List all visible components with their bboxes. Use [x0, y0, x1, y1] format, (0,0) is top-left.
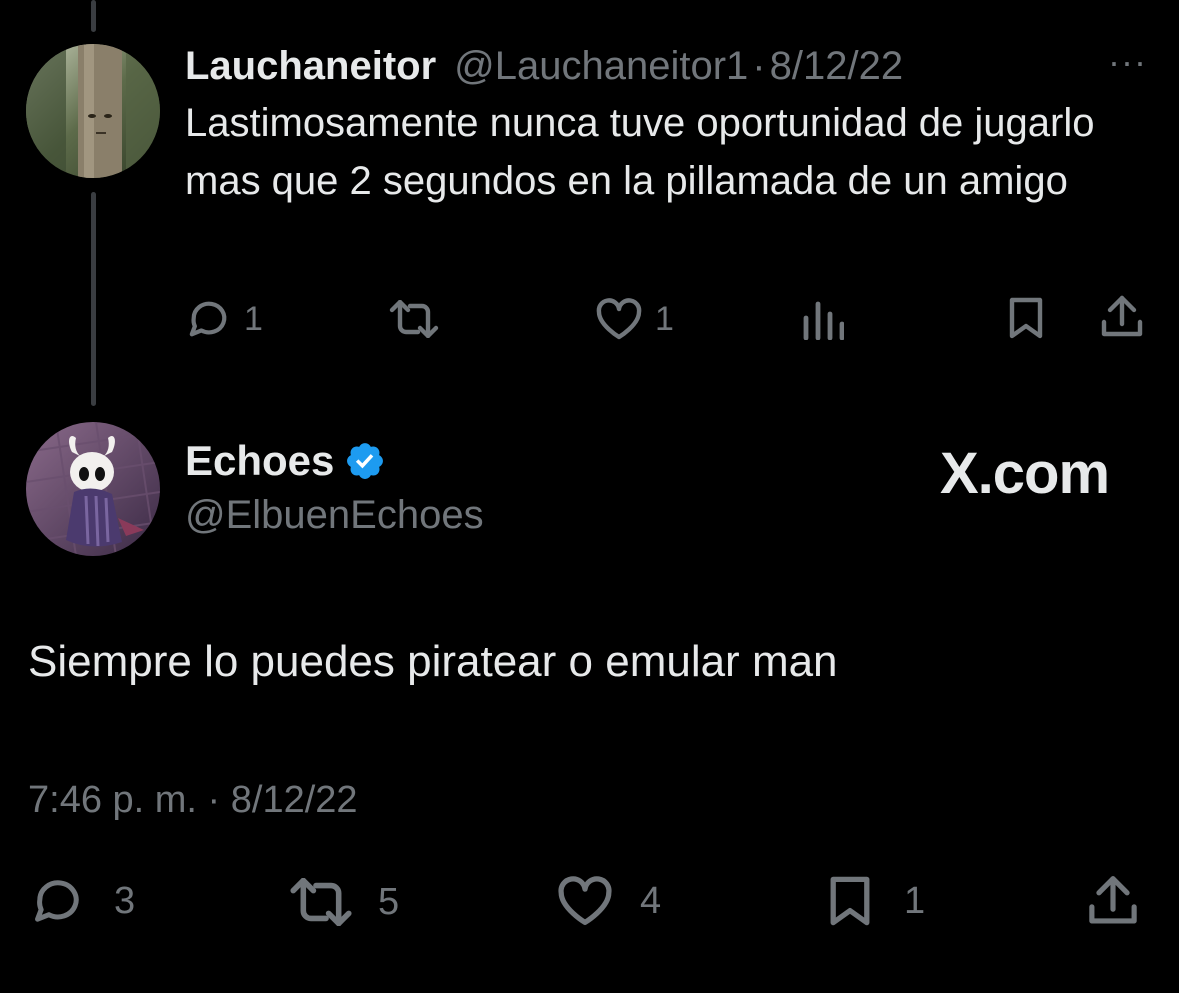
- main-tweet-text: Siempre lo puedes piratear o emular man: [28, 637, 838, 686]
- reply-reply-button[interactable]: 1: [186, 298, 263, 340]
- main-avatar[interactable]: [26, 422, 160, 556]
- reply-like-button[interactable]: 1: [595, 298, 674, 340]
- share-icon: [1089, 876, 1137, 924]
- more-icon[interactable]: ···: [1108, 44, 1147, 80]
- main-repost-button[interactable]: 5: [288, 878, 399, 926]
- main-date: 8/12/22: [230, 779, 358, 821]
- reply-icon: [35, 880, 79, 922]
- reply-date[interactable]: 8/12/22: [770, 42, 903, 90]
- main-like-button[interactable]: 4: [556, 876, 661, 926]
- x-com-watermark: X.com: [940, 441, 1110, 506]
- reply-like-count: 1: [655, 299, 674, 338]
- bookmark-icon: [1009, 297, 1043, 339]
- heart-icon: [558, 876, 612, 926]
- main-timestamp[interactable]: 7:46 p. m. · 8/12/22: [28, 776, 358, 824]
- main-bookmark-button[interactable]: 1: [826, 874, 925, 928]
- reply-reply-count: 1: [244, 299, 263, 338]
- repost-icon: [290, 878, 352, 926]
- verified-badge-icon: [344, 440, 386, 482]
- views-icon: [803, 301, 844, 340]
- main-reply-count: 3: [114, 879, 136, 922]
- repost-icon: [389, 300, 439, 338]
- reply-share-button[interactable]: [1100, 294, 1144, 340]
- main-reply-button[interactable]: 3: [30, 876, 135, 926]
- main-author: Echoes @ElbuenEchoes: [185, 436, 484, 540]
- main-display-name[interactable]: Echoes: [185, 436, 334, 486]
- main-timestamp-separator: ·: [207, 779, 221, 821]
- reply-display-name[interactable]: Lauchaneitor: [185, 42, 436, 90]
- main-handle[interactable]: @ElbuenEchoes: [185, 490, 484, 540]
- reply-avatar[interactable]: [26, 44, 160, 178]
- thread-line: [91, 192, 96, 406]
- main-share-button[interactable]: [1086, 874, 1140, 928]
- reply-tweet[interactable]: Lauchaneitor @Lauchaneitor1 · 8/12/22 ··…: [185, 42, 1165, 210]
- thread-line-top: [91, 0, 96, 32]
- reply-text: Lastimosamente nunca tuve oportunidad de…: [185, 101, 1095, 203]
- reply-bookmark-button[interactable]: [1006, 296, 1046, 340]
- main-repost-count: 5: [378, 880, 400, 923]
- main-bookmark-count: 1: [904, 879, 926, 922]
- heart-icon: [596, 298, 642, 340]
- bookmark-icon: [830, 876, 870, 926]
- reply-header: Lauchaneitor @Lauchaneitor1 · 8/12/22: [185, 42, 1165, 90]
- reply-repost-button[interactable]: [388, 300, 440, 338]
- reply-icon: [189, 301, 227, 337]
- main-like-count: 4: [640, 879, 662, 922]
- reply-separator: ·: [752, 44, 766, 88]
- main-time: 7:46 p. m.: [28, 779, 197, 821]
- share-icon: [1101, 295, 1143, 337]
- reply-handle[interactable]: @Lauchaneitor1: [454, 42, 748, 90]
- reply-views-button[interactable]: [802, 300, 844, 340]
